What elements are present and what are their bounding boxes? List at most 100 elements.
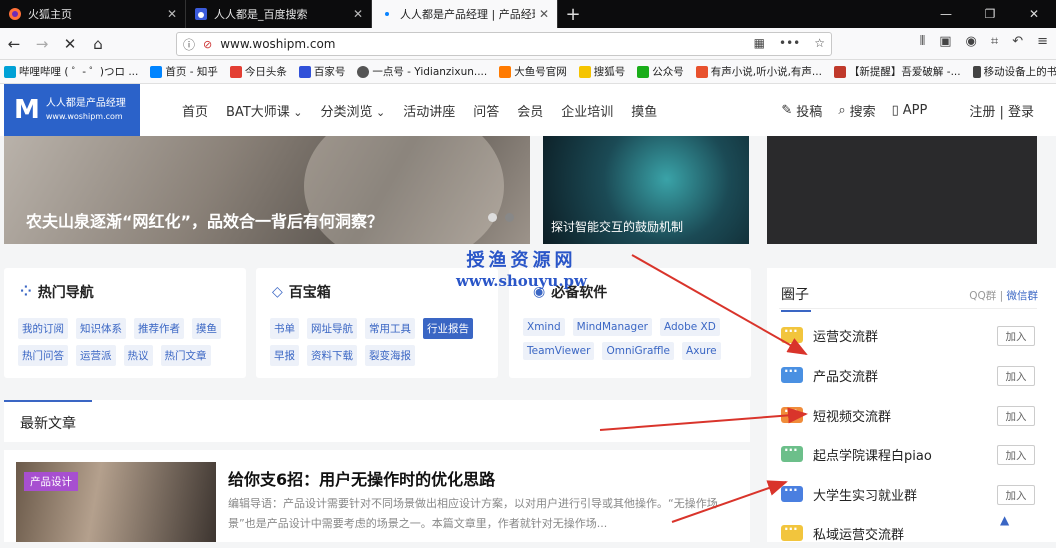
back-to-top-icon[interactable]: ▲ [1000,513,1009,527]
article-category-badge[interactable]: 产品设计 [24,472,78,491]
tag-item[interactable]: 早报 [270,345,299,366]
account-icon[interactable]: ◉ [966,34,977,49]
screenshot-icon[interactable]: ⌗ [991,34,998,49]
stop-icon[interactable]: ✕ [56,30,84,58]
site-logo[interactable]: M 人人都是产品经理 www.woshipm.com [4,84,140,136]
group-item[interactable]: 产品交流群 加入 [781,360,1039,390]
wechat-group-link[interactable]: 微信群 [1007,290,1039,302]
carousel-dot[interactable] [505,213,514,222]
main-banner[interactable]: 农夫山泉逐渐“网红化”，品效合一背后有何洞察？ [4,136,530,244]
tag-item[interactable]: 裂变海报 [365,345,415,366]
minimize-icon[interactable]: — [924,0,968,28]
tag-item[interactable]: 书单 [270,318,299,339]
tab-baidu-search[interactable]: 人人都是_百度搜索 ✕ [186,0,372,28]
carousel-dot[interactable] [488,213,497,222]
tag-item[interactable]: 网址导航 [307,318,357,339]
nav-home[interactable]: 首页 [182,101,208,120]
article-item[interactable]: 产品设计 给你支6招：用户无操作时的优化思路 编辑导语：产品设计需要针对不同场景… [4,450,750,542]
bookmark-yidian[interactable]: 一点号 - Yidianzixun.... [357,64,487,79]
tag-item[interactable]: 热议 [123,345,153,366]
tracking-blocked-icon[interactable]: ⊘ [203,38,212,51]
group-item[interactable]: 大学生实习就业群 加入 [781,479,1039,509]
tag-item[interactable]: 知识体系 [76,318,126,339]
nav-qa[interactable]: 问答 [473,101,499,120]
bookmark-audiobook[interactable]: 有声小说,听小说,有声... [695,64,822,79]
home-icon[interactable]: ⌂ [84,30,112,58]
url-bar[interactable]: ⓘ ⊘ www.woshipm.com ▦ ••• ☆ [176,32,832,56]
library-icon[interactable]: ⫴ [920,34,925,49]
article-title[interactable]: 给你支6招：用户无操作时的优化思路 [228,466,495,490]
nav-bat-course[interactable]: BAT大师课 [226,101,302,120]
back-icon[interactable]: ← [0,30,28,58]
bookmark-zhihu[interactable]: 首页 - 知乎 [150,64,218,79]
join-button[interactable]: 加入 [997,406,1035,426]
tag-item[interactable]: 摸鱼 [192,318,221,339]
close-icon[interactable]: ✕ [539,7,549,21]
post-button[interactable]: ✎ 投稿 [781,101,822,120]
bookmark-label: 搜狐号 [593,66,626,78]
tag-item[interactable]: TeamViewer [523,342,595,360]
nav-events[interactable]: 活动讲座 [403,101,455,120]
bookmark-toutiao[interactable]: 今日头条 [229,64,287,79]
bookmark-label: 百家号 [313,66,346,78]
tag-item[interactable]: 资料下载 [307,345,357,366]
app-button[interactable]: ▯ APP [892,103,928,118]
tag-item[interactable]: 运营派 [76,345,116,366]
post-label: 投稿 [796,104,823,120]
forward-icon[interactable]: → [28,30,56,58]
bookmark-mobile[interactable]: 移动设备上的书签 [972,64,1056,79]
nav-moyu[interactable]: 摸鱼 [631,101,657,120]
qq-group-link[interactable]: QQ群 [969,290,996,302]
tag-item[interactable]: 我的订阅 [18,318,68,339]
bookmark-dayu[interactable]: 大鱼号官网 [499,64,567,79]
tag-item[interactable]: Adobe XD [660,318,720,336]
nav-categories[interactable]: 分类浏览 [320,101,385,120]
bookmark-icon [4,65,16,78]
search-label: 搜索 [849,104,876,120]
bookmark-star-icon[interactable]: ☆ [814,36,825,50]
close-icon[interactable]: ✕ [353,7,363,21]
join-button[interactable]: 加入 [997,485,1035,505]
tag-item-selected[interactable]: 行业报告 [423,318,473,339]
bookmark-sohu[interactable]: 搜狐号 [578,64,626,79]
menu-icon[interactable]: ≡ [1037,34,1048,49]
tab-woshipm[interactable]: 人人都是产品经理 | 产品经理、 ✕ [372,0,558,28]
tag-item[interactable]: Xmind [523,318,565,336]
search-button[interactable]: ⌕ 搜索 [838,101,875,120]
tag-item[interactable]: OmniGraffle [602,342,675,360]
side-banner[interactable]: 探讨智能交互的鼓励机制 [543,136,749,244]
tag-item[interactable]: 热门文章 [160,345,211,366]
close-window-icon[interactable]: ✕ [1012,0,1056,28]
toolbar-right: ⫴ ▣ ◉ ⌗ ↶ ≡ [920,34,1056,49]
bookmark-bilibili[interactable]: 哔哩哔哩 ( ゜- ゜)つロ ... [4,64,138,79]
join-button[interactable]: 加入 [997,326,1035,346]
restore-icon[interactable]: ❐ [968,0,1012,28]
undo-icon[interactable]: ↶ [1012,34,1023,49]
bookmark-wechat[interactable]: 公众号 [637,64,684,79]
section-accent-line [4,400,92,402]
join-button[interactable]: 加入 [997,366,1035,386]
tag-item[interactable]: 热门问答 [18,345,68,366]
nav-membership[interactable]: 会员 [517,101,543,120]
more-icon[interactable]: ••• [779,36,800,50]
url-text[interactable]: www.woshipm.com [220,37,335,51]
nav-training[interactable]: 企业培训 [561,101,613,120]
join-button[interactable]: 加入 [997,445,1035,465]
tag-item[interactable]: 推荐作者 [134,318,184,339]
bookmark-baijiahao[interactable]: 百家号 [298,64,346,79]
info-icon[interactable]: ⓘ [183,36,195,53]
group-item[interactable]: 起点学院课程白piao 加入 [781,439,1039,469]
qr-code-icon[interactable]: ▦ [754,36,765,50]
ad-banner[interactable] [767,136,1037,244]
tag-item[interactable]: MindManager [572,318,652,336]
new-tab-button[interactable]: + [558,0,588,28]
group-item[interactable]: 短视频交流群 加入 [781,400,1039,430]
tag-item[interactable]: Axure [682,342,721,360]
close-icon[interactable]: ✕ [167,7,177,21]
bookmark-52pojie[interactable]: 【新提醒】吾爱破解 -... [833,64,961,79]
auth-links[interactable]: 注册 | 登录 [969,101,1034,120]
tag-item[interactable]: 常用工具 [365,318,415,339]
sidebar-icon[interactable]: ▣ [939,34,951,49]
tab-firefox-home[interactable]: 火狐主页 ✕ [0,0,186,28]
group-item[interactable]: 运营交流群 加入 [781,320,1039,350]
